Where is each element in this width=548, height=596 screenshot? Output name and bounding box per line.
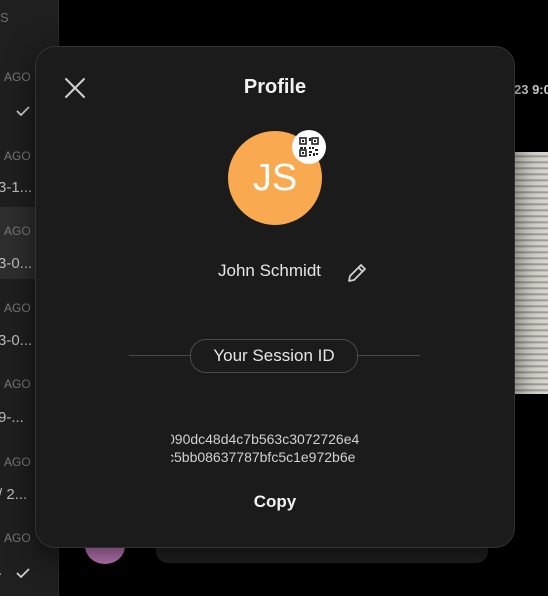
sidebar-header-fragment: S (0, 10, 9, 25)
conversation-title: 3-0... (0, 332, 33, 349)
session-id-value: 090dc48d4c7b563c3072726e4 c5bb08637787bf… (171, 429, 385, 469)
conversation-title: / 2... (0, 486, 28, 503)
conversation-time: AGO (4, 531, 31, 545)
conversation-time: AGO (4, 224, 31, 238)
avatar-initials: JS (252, 156, 298, 199)
session-id-line: 090dc48d4c7b563c3072726e4 (171, 431, 360, 447)
conversation-title: 3-1... (0, 179, 33, 196)
conversation-title: 9-... (0, 409, 24, 426)
session-id-line: c5bb08637787bfc5c1e972b6e (171, 449, 356, 465)
conversation-time: AGO (4, 455, 31, 469)
message-timestamp: 23 9:0 (514, 82, 548, 97)
display-name-row: John Schmidt (36, 257, 514, 287)
conversation-time: AGO (4, 149, 31, 163)
display-name: John Schmidt (218, 261, 321, 280)
conversation-time: AGO (4, 70, 31, 84)
qr-code-button[interactable] (292, 130, 326, 164)
conversation-time: AGO (4, 377, 31, 391)
divider (129, 355, 190, 356)
profile-dialog: Profile JS John Schmidt Your Session ID … (35, 46, 515, 548)
checkmark-icon (16, 106, 30, 116)
dialog-title: Profile (243, 76, 307, 98)
session-id-label: Your Session ID (190, 339, 358, 373)
divider (356, 355, 420, 356)
conversation-title: 3-0... (0, 255, 33, 272)
conversation-time: AGO (4, 301, 31, 315)
qr-code-icon (299, 137, 319, 157)
conversation-title: . (0, 562, 2, 579)
pencil-icon[interactable] (345, 261, 369, 285)
checkmark-icon (16, 568, 30, 578)
copy-button[interactable]: Copy (36, 492, 514, 512)
document-attachment-thumbnail[interactable] (514, 152, 548, 394)
